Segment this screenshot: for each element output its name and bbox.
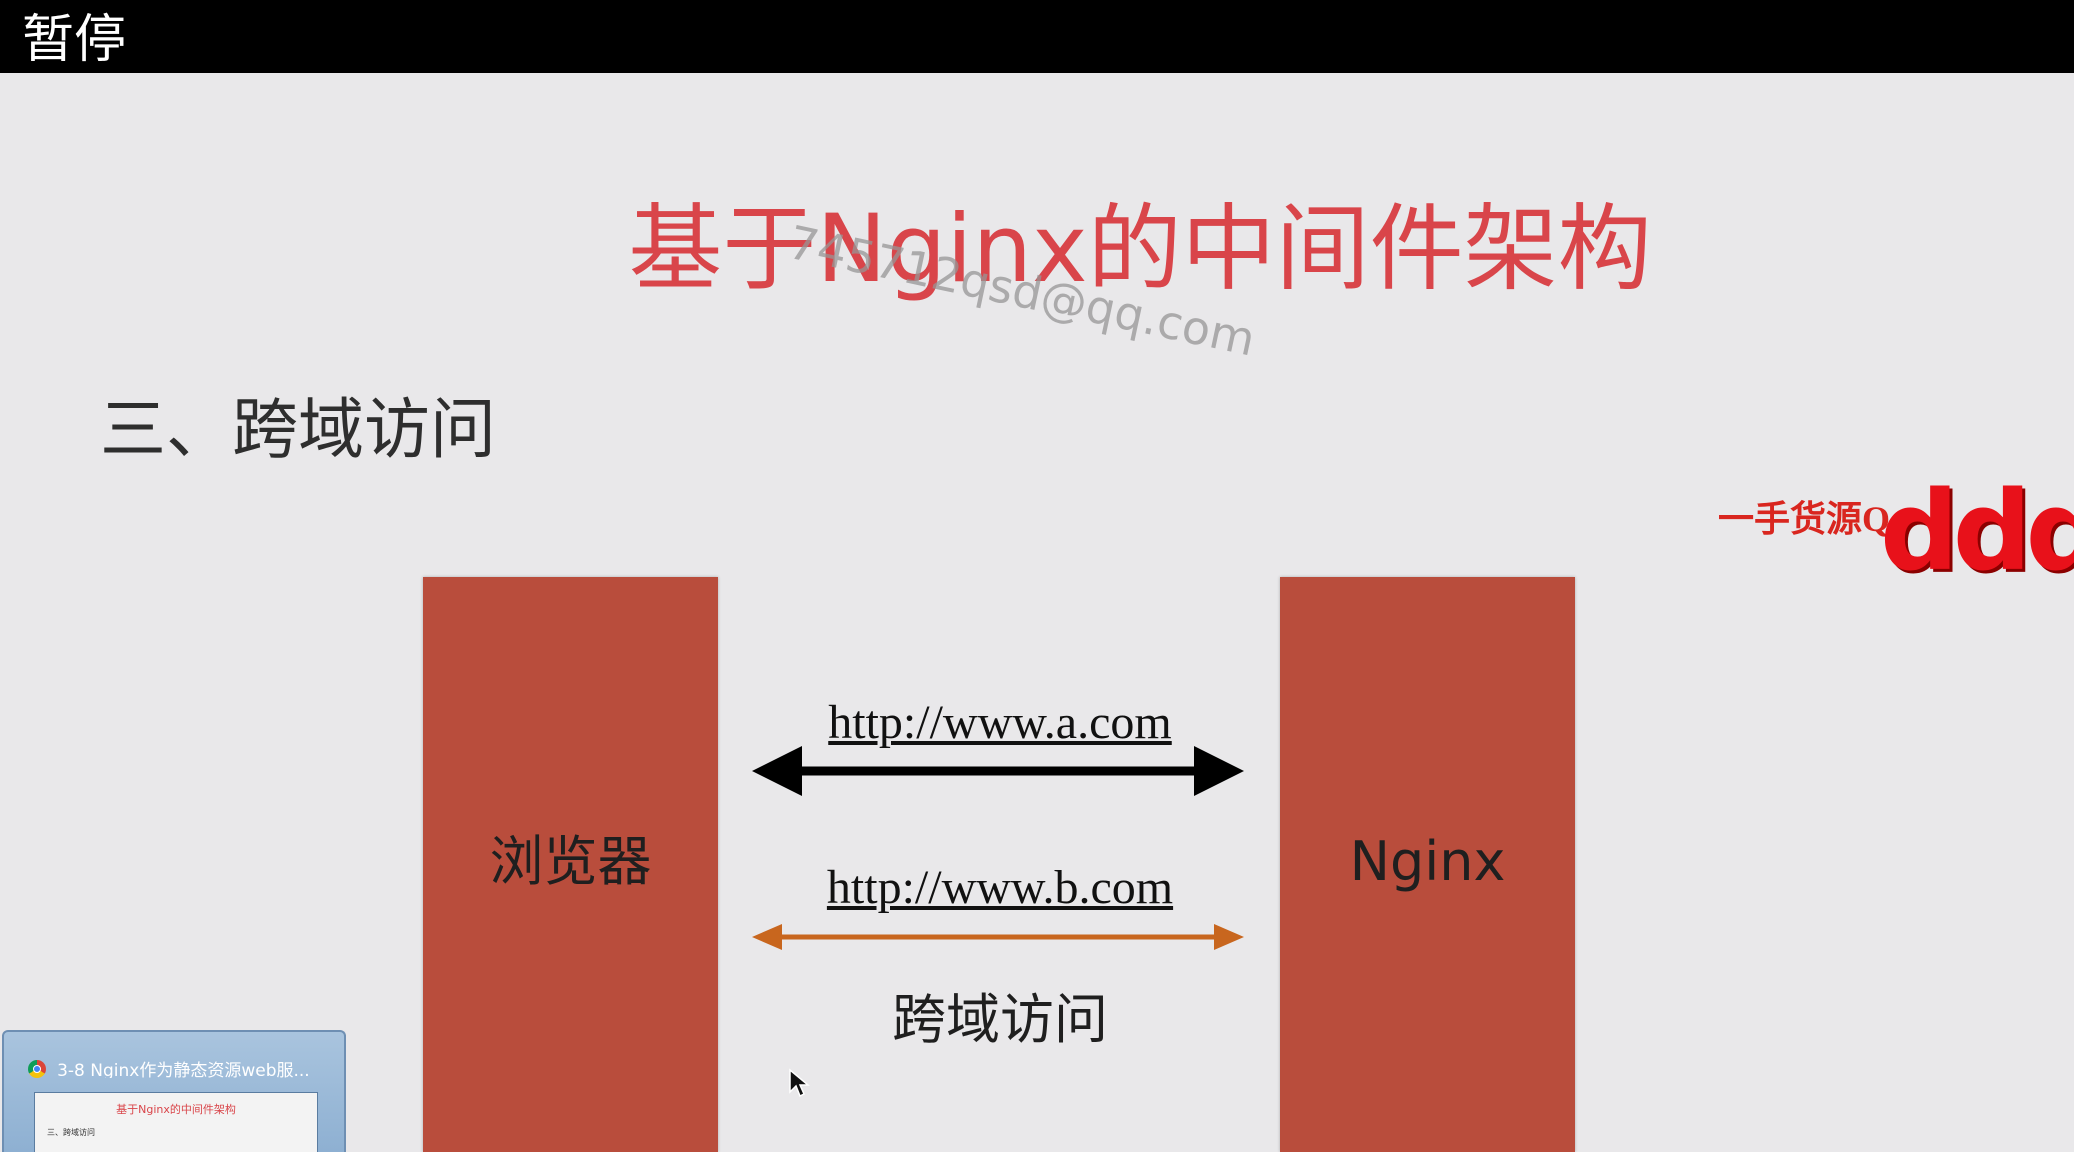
arrow-b-right-head	[1214, 924, 1244, 950]
chrome-icon	[28, 1059, 46, 1078]
arrow-b	[752, 924, 1244, 950]
thumbnail-title-row[interactable]: 3-8 Nginx作为静态资源web服...	[28, 1056, 338, 1078]
taskbar-window-thumbnail[interactable]: 3-8 Nginx作为静态资源web服... 基于Nginx的中间件架构 三、跨…	[2, 1030, 346, 1152]
arrow-a-right-head	[1194, 746, 1244, 796]
arrow-b-left-head	[752, 924, 782, 950]
arrow-a-left-head	[752, 746, 802, 796]
thumbnail-preview[interactable]: 基于Nginx的中间件架构 三、跨域访问	[34, 1092, 318, 1152]
thumbnail-preview-heading: 三、跨域访问	[47, 1128, 95, 1137]
arrow-a	[752, 746, 1244, 796]
cross-domain-label: 跨域访问	[892, 988, 1108, 1051]
thumbnail-window-title: 3-8 Nginx作为静态资源web服...	[57, 1061, 310, 1078]
mouse-cursor-icon	[789, 1068, 810, 1098]
thumbnail-preview-title: 基于Nginx的中间件架构	[116, 1103, 236, 1116]
